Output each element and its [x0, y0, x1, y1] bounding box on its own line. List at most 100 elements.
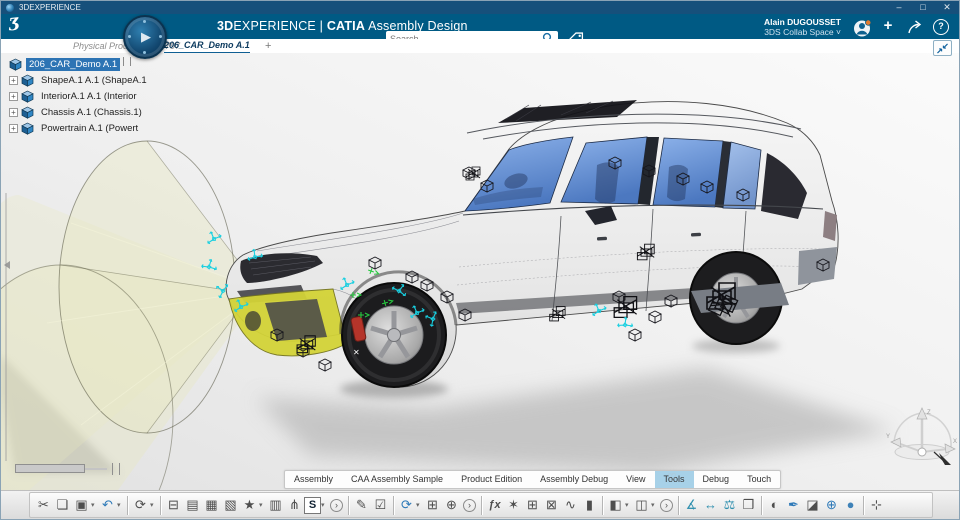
- product-structure-icon[interactable]: ⊞: [423, 495, 442, 515]
- pipette-icon[interactable]: ✒: [784, 495, 803, 515]
- mass-properties-icon[interactable]: ⚖: [720, 495, 739, 515]
- section-view-icon[interactable]: ◧: [606, 495, 625, 515]
- tab-caa-assembly-sample[interactable]: CAA Assembly Sample: [342, 471, 452, 488]
- clipping-box-icon[interactable]: ❒: [739, 495, 758, 515]
- measure-between-icon[interactable]: ↔: [701, 495, 720, 515]
- wand-icon[interactable]: ✶: [504, 495, 523, 515]
- tree-expander-icon[interactable]: +: [9, 107, 18, 117]
- app-icon: [6, 3, 14, 12]
- cut-icon[interactable]: ✂: [34, 495, 53, 515]
- design-table-icon[interactable]: ⊞: [523, 495, 542, 515]
- tail-lamp: [823, 211, 837, 241]
- play-compass-button[interactable]: ▶: [123, 15, 167, 59]
- toolbar-separator: [678, 495, 679, 515]
- front-wheel: [341, 282, 447, 388]
- action-bar: Assembly CAA Assembly Sample Product Editi…: [284, 470, 782, 489]
- tab-touch[interactable]: Touch: [738, 471, 780, 488]
- catalog-browser-icon[interactable]: ⊕: [442, 495, 461, 515]
- notebook-icon[interactable]: ▥: [266, 495, 285, 515]
- action-pad-toolbar: ✂ ❏ ▣ ▾ ↶ ▾ ⟳ ▾ ⊟ ▤ ▦ ▧ ★ ▾ ▥ ⋔ S ▾ › ✎ ☑ ⟳ ▾ ⊞ ⊕ › ƒx ✶ ⊞ ⊠ ∿ ▮ ◧ ▾ ◫ ▾ › ∡ ↔…: [29, 492, 933, 518]
- part-cube-icon: [21, 90, 34, 103]
- close-button[interactable]: ✕: [935, 1, 959, 14]
- tree-resize-handle[interactable]: [123, 57, 131, 66]
- tree-expander-icon[interactable]: +: [9, 123, 18, 133]
- tree-expander-icon[interactable]: +: [9, 91, 18, 101]
- tree-item-label: Powertrain A.1 (Powert: [41, 122, 139, 134]
- s-commands-dropdown-icon[interactable]: ▾: [321, 501, 328, 509]
- apply-material-icon[interactable]: ●: [841, 495, 860, 515]
- ambience-slider[interactable]: [15, 463, 120, 475]
- tab-view[interactable]: View: [617, 471, 654, 488]
- add-material-icon[interactable]: ⊕: [822, 495, 841, 515]
- undo-icon[interactable]: ↶: [98, 495, 117, 515]
- door-handle-rear: [690, 232, 701, 237]
- tab-assembly-debug[interactable]: Assembly Debug: [531, 471, 617, 488]
- tab-assembly[interactable]: Assembly: [285, 471, 342, 488]
- minimize-button[interactable]: –: [887, 1, 911, 14]
- tree-item-powertrain-a-1-powert[interactable]: + Powertrain A.1 (Powert: [9, 120, 150, 136]
- favorites-heart-icon[interactable]: ♡: [667, 471, 677, 484]
- play-icon: ▶: [141, 29, 151, 44]
- tree-item-interiora-1-a-1-interior[interactable]: + InteriorA.1 A.1 (Interior: [9, 88, 150, 104]
- rear-bumper: [798, 247, 837, 285]
- more-structure-icon[interactable]: ›: [463, 498, 476, 512]
- refresh-icon[interactable]: ⟳: [397, 495, 416, 515]
- toolbar-separator: [127, 495, 128, 515]
- knowledge-book-icon[interactable]: ▮: [580, 495, 599, 515]
- compass-mark-south: [143, 51, 146, 54]
- section-view-dropdown-icon[interactable]: ▾: [625, 501, 632, 509]
- compass-mark-east: [159, 35, 162, 38]
- toolbar-separator: [602, 495, 603, 515]
- compass-mark-north: [143, 20, 146, 23]
- paste-icon[interactable]: ▣: [72, 495, 91, 515]
- spline-curve-icon[interactable]: ∿: [561, 495, 580, 515]
- slider-handle-icon[interactable]: [112, 463, 120, 475]
- user-info[interactable]: Alain DUGOUSSET 3DS Collab Space ˅: [764, 17, 841, 37]
- undo-dropdown-icon[interactable]: ▾: [117, 501, 124, 509]
- update-icon[interactable]: ⟳: [131, 495, 150, 515]
- hide-show-icon[interactable]: ◐: [765, 495, 784, 515]
- measure-item-icon[interactable]: ∡: [682, 495, 701, 515]
- restore-button[interactable]: □: [911, 1, 935, 14]
- formula-icon[interactable]: ƒx: [485, 495, 504, 515]
- engineering-table-icon[interactable]: ⊠: [542, 495, 561, 515]
- add-content-button[interactable]: +: [879, 17, 897, 34]
- tree-item-chassis-a-1-chassis-1[interactable]: + Chassis A.1 (Chassis.1): [9, 104, 150, 120]
- tab-product-edition[interactable]: Product Edition: [452, 471, 531, 488]
- title-bar: 3DEXPERIENCE – □ ✕: [1, 1, 959, 14]
- annotate-wand-icon[interactable]: ✎: [352, 495, 371, 515]
- favorites-dropdown-icon[interactable]: ▾: [259, 501, 266, 509]
- more-commands-icon[interactable]: ›: [330, 498, 343, 512]
- share-network-icon[interactable]: ⋔: [285, 495, 304, 515]
- export-list-icon[interactable]: ▤: [183, 495, 202, 515]
- media-player-icon[interactable]: ▦: [202, 495, 221, 515]
- paste-dropdown-icon[interactable]: ▾: [91, 501, 98, 509]
- refresh-dropdown-icon[interactable]: ▾: [416, 501, 423, 509]
- print-icon[interactable]: ⊟: [164, 495, 183, 515]
- share-icon[interactable]: [907, 20, 923, 34]
- tree-expander-icon[interactable]: +: [9, 75, 18, 85]
- viewport-maximize-button[interactable]: [933, 40, 952, 56]
- tree-item-label: 206_CAR_Demo A.1: [26, 57, 121, 71]
- new-tab-button[interactable]: +: [265, 40, 271, 52]
- favorites-icon[interactable]: ★: [240, 495, 259, 515]
- tab-debug[interactable]: Debug: [694, 471, 739, 488]
- eraser-icon[interactable]: ◪: [803, 495, 822, 515]
- workspace-name: 3DS Collab Space ˅: [764, 27, 841, 37]
- exploded-view-icon[interactable]: ◫: [632, 495, 651, 515]
- compass-z-label: Z: [927, 410, 931, 416]
- exploded-view-dropdown-icon[interactable]: ▾: [651, 501, 658, 509]
- user-avatar[interactable]: [853, 19, 872, 37]
- copy-icon[interactable]: ❏: [53, 495, 72, 515]
- tree-item-shapea-1-a-1-shapea-1[interactable]: + ShapeA.1 A.1 (ShapeA.1: [9, 72, 150, 88]
- validate-check-icon[interactable]: ☑: [371, 495, 390, 515]
- report-generator-icon[interactable]: ▧: [221, 495, 240, 515]
- more-view-icon[interactable]: ›: [660, 498, 673, 512]
- manikin-axis-icon[interactable]: ⊹: [867, 495, 886, 515]
- chevron-down-icon[interactable]: ˅: [836, 27, 841, 37]
- slider-fill[interactable]: [15, 464, 85, 473]
- update-dropdown-icon[interactable]: ▾: [150, 501, 157, 509]
- s-commands-icon[interactable]: S: [304, 496, 321, 514]
- help-icon[interactable]: ?: [933, 19, 949, 35]
- toolbar-separator: [160, 495, 161, 515]
